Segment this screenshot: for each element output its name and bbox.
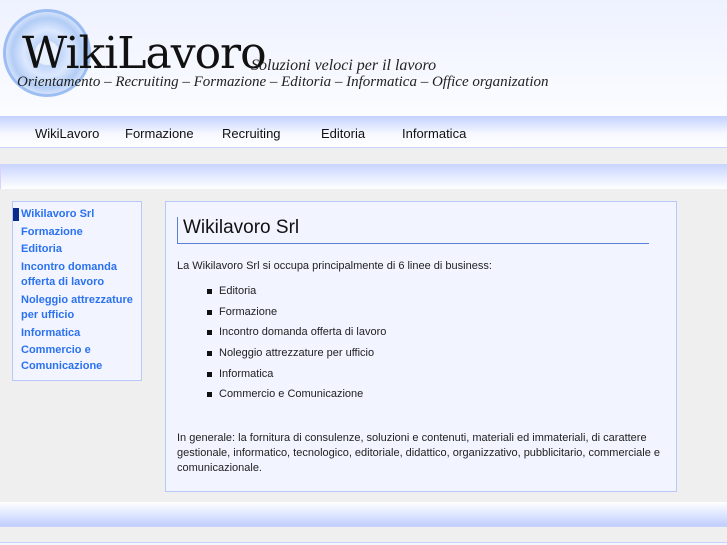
sidebar-item-formazione[interactable]: Formazione bbox=[13, 224, 141, 242]
nav-item-editoria[interactable]: Editoria bbox=[321, 126, 365, 141]
nav-item-informatica[interactable]: Informatica bbox=[402, 126, 466, 141]
decorative-bar bbox=[0, 164, 727, 189]
sidebar-item-commercio[interactable]: Commercio e Comunicazione bbox=[13, 342, 141, 375]
logo-slogan: Soluzioni veloci per il lavoro bbox=[251, 57, 437, 74]
list-item: Editoria bbox=[207, 285, 665, 306]
main-content: Wikilavoro Srl La Wikilavoro Srl si occu… bbox=[165, 201, 677, 492]
nav-item-recruiting[interactable]: Recruiting bbox=[222, 126, 281, 141]
nav-item-formazione[interactable]: Formazione bbox=[125, 126, 194, 141]
sidebar: Wikilavoro Srl Formazione Editoria Incon… bbox=[12, 201, 142, 381]
footer-bar bbox=[0, 502, 727, 527]
intro-text: La Wikilavoro Srl si occupa principalmen… bbox=[177, 260, 492, 272]
sidebar-item-wikilavoro-srl[interactable]: Wikilavoro Srl bbox=[13, 206, 141, 224]
nav-item-wikilavoro[interactable]: WikiLavoro bbox=[35, 126, 99, 141]
site-header: WikiLavoro Soluzioni veloci per il lavor… bbox=[0, 0, 727, 116]
main-nav: WikiLavoro Formazione Recruiting Editori… bbox=[0, 116, 727, 148]
general-text: In generale: la fornitura di consulenze,… bbox=[177, 432, 661, 475]
page-title: Wikilavoro Srl bbox=[177, 217, 649, 244]
business-list: Editoria Formazione Incontro domanda off… bbox=[207, 285, 665, 409]
list-item: Formazione bbox=[207, 306, 665, 327]
logo-title[interactable]: WikiLavoro bbox=[22, 28, 267, 79]
sidebar-item-noleggio[interactable]: Noleggio attrezzature per ufficio bbox=[13, 292, 141, 325]
list-item: Noleggio attrezzature per ufficio bbox=[207, 347, 665, 368]
list-item: Incontro domanda offerta di lavoro bbox=[207, 326, 665, 347]
logo-subtitle: Orientamento – Recruiting – Formazione –… bbox=[17, 74, 549, 90]
list-item: Commercio e Comunicazione bbox=[207, 388, 665, 409]
sidebar-item-editoria[interactable]: Editoria bbox=[13, 241, 141, 259]
list-item: Informatica bbox=[207, 368, 665, 389]
sidebar-item-informatica[interactable]: Informatica bbox=[13, 325, 141, 343]
sidebar-item-incontro-domanda[interactable]: Incontro domanda offerta di lavoro bbox=[13, 259, 141, 292]
